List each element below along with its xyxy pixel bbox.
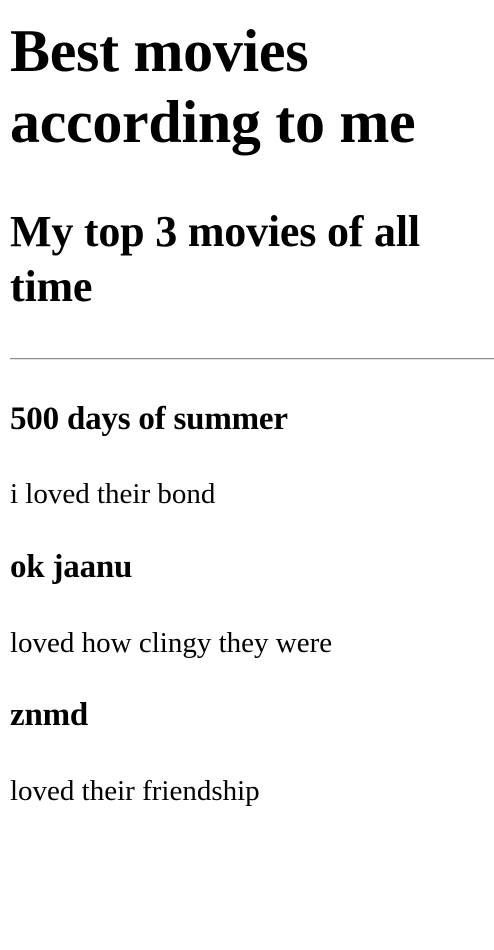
movie-note: loved how clingy they were [10,626,333,659]
movie-item: ok jaanu loved how clingy they were [10,548,494,660]
movie-item: 500 days of summer i loved their bond [10,400,494,512]
movie-item: znmd loved their friendship [10,696,494,808]
movie-title: 500 days of summer [10,400,288,437]
page-content: Best movies according to me My top 3 mov… [0,16,494,809]
movie-note: i loved their bond [10,478,216,511]
movie-note: loved their friendship [10,774,260,807]
divider [10,357,494,360]
movie-title: ok jaanu [10,548,133,585]
page-title: Best movies according to me [10,18,416,155]
movie-title: znmd [10,697,89,734]
movie-list: 500 days of summer i loved their bond ok… [10,400,494,809]
page-subtitle: My top 3 movies of all time [10,206,420,311]
